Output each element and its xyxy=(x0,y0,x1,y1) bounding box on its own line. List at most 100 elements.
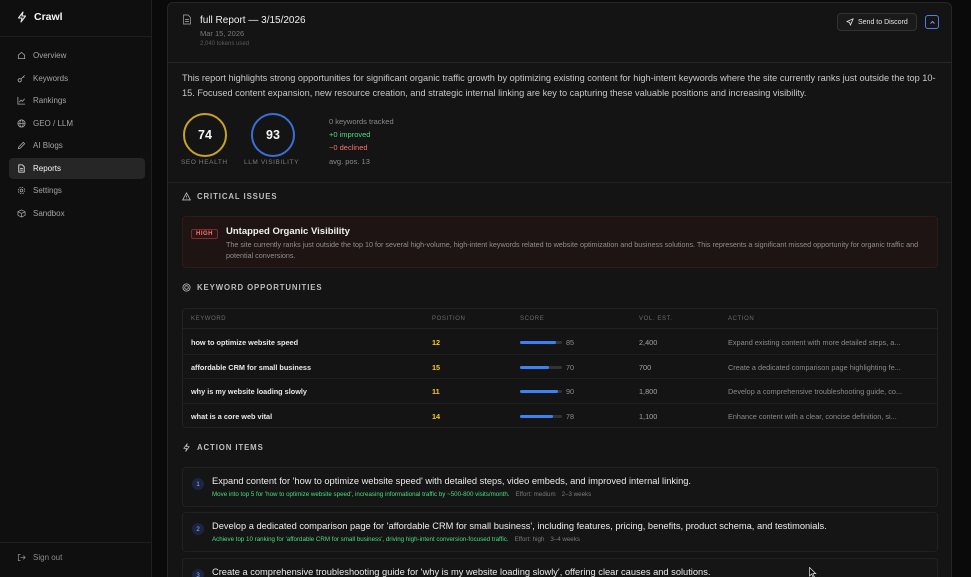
stat-declined: −0 declined xyxy=(329,143,368,153)
action-time: 3–4 weeks xyxy=(550,536,580,543)
stat-tracked: 0 keywords tracked xyxy=(329,117,394,126)
action-meta: Achieve top 10 ranking for 'affordable C… xyxy=(212,536,580,543)
section-title-text: CRITICAL ISSUES xyxy=(197,192,278,201)
send-icon xyxy=(846,18,854,26)
sidebar-item-label: Settings xyxy=(33,186,62,195)
llm-visibility-value: 93 xyxy=(266,128,280,142)
sidebar-divider xyxy=(0,542,152,543)
section-title-text: KEYWORD OPPORTUNITIES xyxy=(197,283,323,292)
action-title: Expand content for 'how to optimize webs… xyxy=(212,476,691,486)
position-cell: 11 xyxy=(432,387,440,396)
table-row[interactable]: why is my website loading slowly 11 90 1… xyxy=(183,379,937,404)
table-row[interactable]: what is a core web vital 14 78 1,100 Enh… xyxy=(183,404,937,429)
score-bar xyxy=(520,390,562,393)
sidebar-item-keywords[interactable]: Keywords xyxy=(9,68,145,89)
issue-description: The site currently ranks just outside th… xyxy=(226,240,919,260)
action-cell: Enhance content with a clear, concise de… xyxy=(728,411,897,421)
sidebar-item-label: Sandbox xyxy=(33,208,65,218)
score-bar-fill xyxy=(520,390,558,393)
keyword-stats: 0 keywords tracked +0 improved −0 declin… xyxy=(329,115,394,168)
action-cell: Create a dedicated comparison page highl… xyxy=(728,362,901,372)
key-icon xyxy=(17,74,25,82)
score-cell: 85 xyxy=(566,338,575,347)
llm-visibility-gauge: 93 xyxy=(250,112,296,158)
sidebar-item-sandbox[interactable]: Sandbox xyxy=(9,203,145,224)
sidebar: Crawl Overview Keywords Rankings GEO / L… xyxy=(0,0,152,577)
score-bar-fill xyxy=(520,414,553,418)
volume-cell: 700 xyxy=(639,362,652,372)
sidebar-item-reports[interactable]: Reports xyxy=(9,157,145,179)
sidebar-item-settings[interactable]: Settings xyxy=(9,180,145,201)
stat-avg-position: avg. pos. 13 xyxy=(329,156,370,166)
send-to-discord-button[interactable]: Send to Discord xyxy=(837,13,917,31)
action-effort: Effort: medium xyxy=(515,491,556,498)
table-row[interactable]: how to optimize website speed 12 85 2,40… xyxy=(183,330,937,355)
mouse-cursor-icon xyxy=(809,567,817,577)
brand[interactable]: Crawl xyxy=(16,11,63,23)
document-icon xyxy=(183,14,191,25)
report-tokens: 2,040 tokens used xyxy=(200,41,250,47)
keyword-opportunities-heading: KEYWORD OPPORTUNITIES xyxy=(182,283,322,292)
volume-cell: 1,800 xyxy=(639,387,658,396)
chevron-up-icon xyxy=(929,20,935,24)
action-item[interactable]: 3 Create a comprehensive troubleshooting… xyxy=(182,558,938,577)
table-header: KEYWORD POSITION SCORE VOL. EST. ACTION xyxy=(183,309,937,329)
sidebar-item-label: GEO / LLM xyxy=(33,118,74,128)
action-goal: Move into top 5 for 'how to optimize web… xyxy=(212,491,510,498)
sidebar-item-label: Rankings xyxy=(33,96,67,105)
section-divider xyxy=(168,182,951,183)
section-title-text: ACTION ITEMS xyxy=(197,443,264,452)
sidebar-item-label: Reports xyxy=(33,163,62,173)
column-header-volume[interactable]: VOL. EST. xyxy=(639,316,672,322)
action-item[interactable]: 1 Expand content for 'how to optimize we… xyxy=(182,467,938,507)
score-bar-fill xyxy=(520,341,556,344)
seo-health-label: SEO HEALTH xyxy=(181,159,228,166)
sidebar-item-geo-llm[interactable]: GEO / LLM xyxy=(9,113,145,134)
main-content: full Report — 3/15/2026 Mar 15, 2026 2,0… xyxy=(152,0,971,577)
report-summary: This report highlights strong opportunit… xyxy=(182,73,936,98)
box-icon xyxy=(17,208,26,218)
target-icon xyxy=(182,283,191,292)
brand-name: Crawl xyxy=(34,11,63,23)
chart-icon xyxy=(17,96,26,105)
globe-icon xyxy=(17,118,26,128)
sidebar-item-label: Overview xyxy=(33,51,67,60)
keyword-cell: how to optimize website speed xyxy=(191,338,299,347)
table-row[interactable]: affordable CRM for small business 15 70 … xyxy=(183,355,937,379)
score-bar xyxy=(520,365,562,369)
issue-title: Untapped Organic Visibility xyxy=(226,226,350,237)
keyword-table: KEYWORD POSITION SCORE VOL. EST. ACTION … xyxy=(182,308,938,428)
column-header-score[interactable]: SCORE xyxy=(520,316,544,322)
report-title: full Report — 3/15/2026 xyxy=(200,15,306,26)
action-number: 1 xyxy=(192,478,204,490)
pen-icon xyxy=(17,141,26,150)
column-header-position[interactable]: POSITION xyxy=(432,316,465,322)
report-date: Mar 15, 2026 xyxy=(200,29,245,38)
sidebar-item-rankings[interactable]: Rankings xyxy=(9,90,145,111)
score-cell: 70 xyxy=(566,362,575,372)
action-item[interactable]: 2 Develop a dedicated comparison page fo… xyxy=(182,512,938,552)
column-header-keyword[interactable]: KEYWORD xyxy=(191,316,226,322)
sidebar-item-overview[interactable]: Overview xyxy=(9,45,145,66)
keyword-cell: what is a core web vital xyxy=(191,411,273,421)
sidebar-item-label: AI Blogs xyxy=(33,141,63,150)
sidebar-item-ai-blogs[interactable]: AI Blogs xyxy=(9,135,145,156)
position-cell: 15 xyxy=(432,362,441,372)
score-cell: 90 xyxy=(566,387,575,396)
signout-button[interactable]: Sign out xyxy=(17,553,62,562)
collapse-button[interactable] xyxy=(925,15,939,29)
column-header-action[interactable]: ACTION xyxy=(728,316,754,322)
llm-visibility-label: LLM VISIBILITY xyxy=(244,159,300,166)
action-meta: Move into top 5 for 'how to optimize web… xyxy=(212,491,591,498)
home-icon xyxy=(17,51,26,60)
score-cell: 78 xyxy=(566,411,575,421)
stat-improved: +0 improved xyxy=(329,130,371,140)
report-card: full Report — 3/15/2026 Mar 15, 2026 2,0… xyxy=(167,2,952,577)
action-cell: Expand existing content with more detail… xyxy=(728,338,901,347)
sidebar-divider xyxy=(0,36,152,37)
score-bar-fill xyxy=(520,365,550,369)
critical-issues-heading: CRITICAL ISSUES xyxy=(182,192,278,201)
score-bar xyxy=(520,341,562,344)
signout-label: Sign out xyxy=(33,553,63,562)
action-number: 2 xyxy=(192,523,204,535)
